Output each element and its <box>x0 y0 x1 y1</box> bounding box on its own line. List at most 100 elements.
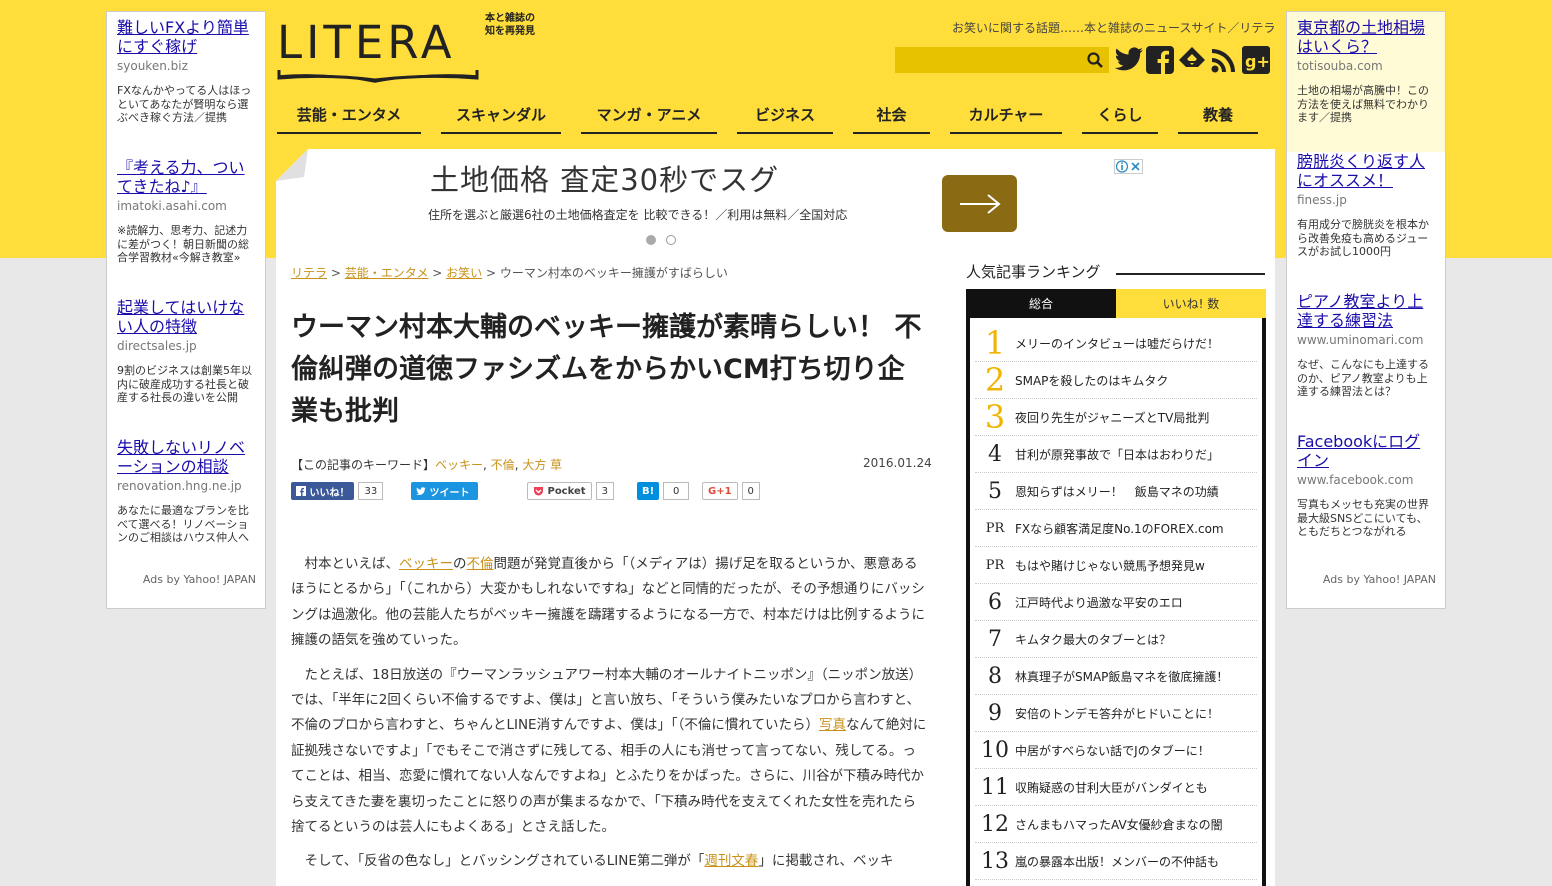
feedly-icon[interactable] <box>1178 44 1206 76</box>
info-icon[interactable] <box>1115 160 1129 173</box>
ranking-item[interactable]: 7 キムタク最大のタブーとは？ <box>975 621 1257 658</box>
rss-icon[interactable] <box>1210 44 1238 76</box>
ranking-link[interactable]: 恩知らずはメリー！ 飯島マネの功績 <box>1015 483 1219 500</box>
ad-item[interactable]: 『考える力、ついてきたね♪』 imatoki.asahi.com ※読解力、思考… <box>117 158 256 298</box>
ranking-item[interactable]: 2 SMAPを殺したのはキムタク <box>975 361 1257 399</box>
ranking-link[interactable]: FXなら顧客満足度No.1のFOREX.com <box>1015 520 1224 537</box>
ad-title[interactable]: 『考える力、ついてきたね♪』 <box>117 158 256 196</box>
nav-item-entertainment[interactable]: 芸能・エンタメ <box>277 96 421 134</box>
ranking-link[interactable]: 林真理子がSMAP飯島マネを徹底擁護！ <box>1015 668 1228 685</box>
breadcrumb-home[interactable]: リテラ <box>291 266 327 280</box>
ad-title[interactable]: Facebookにログイン <box>1297 432 1436 470</box>
ads-by-label[interactable]: Ads by Yahoo! JAPAN <box>1323 573 1436 586</box>
keyword-link[interactable]: 不倫 <box>491 458 515 472</box>
ranking-item[interactable]: PR もはや賭けじゃない競馬予想発見w <box>975 547 1257 584</box>
ad-item[interactable]: ピアノ教室より上達する練習法 www.uminomari.com なぜ、こんなに… <box>1297 292 1436 432</box>
facebook-like-button[interactable]: いいね！ 33 <box>291 482 384 500</box>
ad-title[interactable]: ピアノ教室より上達する練習法 <box>1297 292 1436 330</box>
ad-item[interactable]: Facebookにログイン www.facebook.com 写真もメッセも充実… <box>1297 432 1436 572</box>
nav-item-education[interactable]: 教養 <box>1178 96 1258 134</box>
ranking-item[interactable]: 1 メリーのインタビューは嘘だらけだ！ <box>975 324 1257 362</box>
ads-by-label[interactable]: Ads by Yahoo! JAPAN <box>143 573 256 586</box>
facebook-icon[interactable] <box>1146 44 1174 76</box>
tab-likes[interactable]: いいね! 数 <box>1116 289 1266 318</box>
ad-item[interactable]: 失敗しないリノベーションの相談 renovation.hng.ne.jp あなた… <box>117 438 256 578</box>
ad-choices[interactable] <box>1114 159 1143 174</box>
ranking-link[interactable]: キムタク最大のタブーとは？ <box>1015 631 1171 648</box>
ranking-title-rule <box>1116 273 1265 275</box>
ranking-item[interactable]: 4 甘利が原発事故で「日本はおわりだ」 <box>975 436 1257 473</box>
ad-title[interactable]: 膀胱炎くり返す人にオススメ！ <box>1297 152 1436 190</box>
ranking-item[interactable]: 3 夜回り先生がジャニーズとTV局批判 <box>975 398 1257 436</box>
carousel-dot[interactable] <box>646 235 656 245</box>
article-link[interactable]: ベッキー <box>399 556 453 572</box>
article-keywords: 【この記事のキーワード】ベッキー, 不倫, 大方 草 <box>291 458 563 472</box>
search-icon[interactable] <box>1087 52 1103 68</box>
nav-item-culture[interactable]: カルチャー <box>950 96 1062 134</box>
ranking-link[interactable]: メリーのインタビューは嘘だらけだ！ <box>1015 335 1219 352</box>
article-link[interactable]: 不倫 <box>467 556 494 572</box>
ranking-link[interactable]: 収賄疑惑の甘利大臣がバンダイとも <box>1015 779 1208 796</box>
twitter-icon[interactable] <box>1114 44 1144 76</box>
ranking-link[interactable]: 甘利が原発事故で「日本はおわりだ」 <box>1015 446 1219 463</box>
site-logo[interactable]: LITERA 本と雑誌の 知を再発見 <box>277 12 557 86</box>
breadcrumb-category[interactable]: 芸能・エンタメ <box>345 266 429 280</box>
ranking-link[interactable]: 夜回り先生がジャニーズとTV局批判 <box>1015 409 1209 426</box>
ad-item[interactable]: 東京都の土地相場はいくら？ totisouba.com 土地の相場が高騰中！この… <box>1287 12 1445 152</box>
carousel-dot[interactable] <box>666 235 676 245</box>
ranking-link[interactable]: 嵐の暴露本出版！メンバーの不仲話も <box>1015 853 1219 870</box>
ranking-item[interactable]: PR FXなら顧客満足度No.1のFOREX.com <box>975 510 1257 547</box>
banner-arrow-button[interactable] <box>942 175 1017 232</box>
ranking-item[interactable]: 11 収賄疑惑の甘利大臣がバンダイとも <box>975 769 1257 806</box>
breadcrumb-subcategory[interactable]: お笑い <box>446 266 482 280</box>
ranking-number: 10 <box>981 737 1009 763</box>
article-link[interactable]: 週刊文春 <box>704 853 758 869</box>
facebook-like[interactable]: いいね！ <box>291 482 355 500</box>
ranking-item[interactable]: 6 江戸時代より過激な平安のエロ <box>975 584 1257 621</box>
ranking-item[interactable]: 5 恩知らずはメリー！ 飯島マネの功績 <box>975 473 1257 510</box>
ranking-link[interactable]: 江戸時代より過激な平安のエロ <box>1015 594 1183 611</box>
keyword-link[interactable]: ベッキー <box>435 458 483 472</box>
nav-item-life[interactable]: くらし <box>1082 96 1158 134</box>
ranking-link[interactable]: さんまもハマったAV女優紗倉まなの闇 <box>1015 816 1223 833</box>
close-icon[interactable] <box>1129 160 1142 173</box>
tweet[interactable]: ツイート <box>411 482 478 500</box>
ad-item[interactable]: 難しいFXより簡単にすぐ稼げ syouken.biz FXなんかやってる人はほっ… <box>117 18 256 158</box>
banner-ad[interactable]: 土地価格 査定30秒でスグ 住所を選ぶと厳選6社の土地価格査定を 比較できる！／… <box>276 149 1275 251</box>
ranking-link[interactable]: SMAPを殺したのはキムタク <box>1015 372 1168 389</box>
nav-item-manga[interactable]: マンガ・アニメ <box>581 96 717 134</box>
tweet-button[interactable]: ツイート <box>411 482 478 500</box>
ranking-item[interactable]: 9 安倍のトンデモ答弁がヒドいことに！ <box>975 695 1257 732</box>
ranking-link[interactable]: 中居がすべらない話でJのタブーに！ <box>1015 742 1210 759</box>
nav-item-scandal[interactable]: スキャンダル <box>441 96 561 134</box>
article-link[interactable]: 写真 <box>819 717 846 733</box>
ranking-item[interactable]: 10 中居がすべらない話でJのタブーに！ <box>975 732 1257 769</box>
nav-item-business[interactable]: ビジネス <box>737 96 833 134</box>
ranking-link[interactable]: もはや賭けじゃない競馬予想発見w <box>1015 557 1205 574</box>
ad-description: FXなんかやってる人はほっといてあなたが賢明なら選ぶべき稼ぐ方法／提携 <box>117 84 252 124</box>
hatena-bookmark[interactable]: B! <box>637 482 660 500</box>
ad-title[interactable]: 失敗しないリノベーションの相談 <box>117 438 256 476</box>
hatena-button[interactable]: B! 0 <box>637 482 690 500</box>
nav-item-society[interactable]: 社会 <box>853 96 930 134</box>
banner-headline[interactable]: 土地価格 査定30秒でスグ <box>430 157 779 199</box>
keyword-link[interactable]: 大方 草 <box>522 458 562 472</box>
ad-title[interactable]: 東京都の土地相場はいくら？ <box>1297 18 1436 56</box>
ad-item[interactable]: 膀胱炎くり返す人にオススメ！ finess.jp 有用成分で膀胱炎を根本から改善… <box>1297 152 1436 292</box>
ranking-item[interactable]: 8 林真理子がSMAP飯島マネを徹底擁護！ <box>975 658 1257 695</box>
google-plus-icon[interactable]: g+ <box>1242 44 1270 76</box>
ad-description: 9割のビジネスは創業5年以内に破産成功する社長と破産する社長の違いを公開 <box>117 364 252 404</box>
ad-item[interactable]: 起業してはいけない人の特徴 directsales.jp 9割のビジネスは創業5… <box>117 298 256 438</box>
pocket-button[interactable]: Pocket 3 <box>527 482 614 500</box>
ranking-item[interactable]: 12 さんまもハマったAV女優紗倉まなの闇 <box>975 806 1257 843</box>
pocket[interactable]: Pocket <box>527 482 592 500</box>
twitter-icon <box>416 486 426 495</box>
search-input[interactable] <box>895 47 1085 73</box>
ad-title[interactable]: 起業してはいけない人の特徴 <box>117 298 256 336</box>
ranking-link[interactable]: 安倍のトンデモ答弁がヒドいことに！ <box>1015 705 1219 722</box>
google-plus-button[interactable]: G+1 0 <box>702 482 760 500</box>
ad-title[interactable]: 難しいFXより簡単にすぐ稼げ <box>117 18 256 56</box>
tab-overall[interactable]: 総合 <box>966 289 1116 318</box>
google-plus-one[interactable]: G+1 <box>702 482 738 500</box>
ranking-item[interactable]: 13 嵐の暴露本出版！メンバーの不仲話も <box>975 843 1257 880</box>
